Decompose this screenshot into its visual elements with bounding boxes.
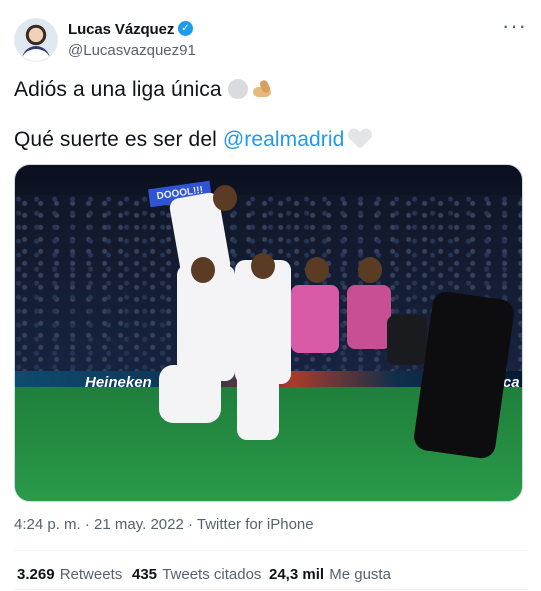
likes-stat[interactable]: 24,3 mil Me gusta [269, 566, 391, 583]
quotes-stat[interactable]: 435 Tweets citados [132, 566, 261, 583]
player-head [251, 253, 275, 279]
player-head [305, 257, 329, 283]
quotes-count: 435 [132, 566, 158, 583]
divider [14, 550, 527, 551]
likes-label: Me gusta [329, 566, 391, 583]
source-label[interactable]: Twitter for iPhone [197, 516, 314, 533]
tweet-text-line-2: Qué suerte es ser del @realmadrid [14, 128, 371, 152]
retweets-stat[interactable]: 3.269 Retweets [17, 566, 122, 583]
tweet-text: Adiós a una liga única [14, 78, 222, 101]
player-head [191, 257, 215, 283]
flexed-biceps-emoji [250, 79, 273, 99]
divider [14, 589, 527, 590]
retweets-label: Retweets [59, 566, 123, 583]
display-name[interactable]: Lucas Vázquez [68, 21, 174, 38]
white-heart-emoji [349, 129, 371, 149]
tweet-metadata: 4:24 p. m. · 21 may. 2022 · Twitter for … [14, 516, 314, 533]
tweet-photo[interactable]: DOOOL!!! Heineken asterca [14, 164, 523, 502]
username-handle[interactable]: @Lucasvazquez91 [68, 42, 196, 59]
cameraman [387, 315, 427, 365]
verified-badge-icon: ✓ [178, 21, 193, 36]
substitute-bib [291, 285, 339, 353]
profile-avatar[interactable] [14, 18, 58, 62]
white-circle-emoji [227, 79, 248, 99]
player-head [358, 257, 382, 283]
player-shorts [237, 370, 279, 440]
substitute-bib [347, 285, 391, 349]
quotes-label: Tweets citados [162, 566, 262, 583]
timestamp[interactable]: 4:24 p. m. · 21 may. 2022 [14, 516, 184, 533]
mention-link[interactable]: @realmadrid [223, 128, 345, 151]
more-horizontal-icon[interactable]: ··· [502, 15, 527, 37]
tweet-text-line-1: Adiós a una liga única [14, 78, 273, 102]
tweet-header: Lucas Vázquez ✓ @Lucasvazquez91 ··· [14, 14, 527, 62]
likes-count: 24,3 mil [269, 566, 325, 583]
tweet-card: Lucas Vázquez ✓ @Lucasvazquez91 ··· Adió… [0, 0, 541, 591]
meta-separator: · [183, 516, 197, 533]
tweet-text-prefix: Qué suerte es ser del [14, 128, 223, 151]
player-head [213, 185, 237, 211]
retweets-count: 3.269 [17, 566, 55, 583]
player-shorts [159, 365, 221, 423]
